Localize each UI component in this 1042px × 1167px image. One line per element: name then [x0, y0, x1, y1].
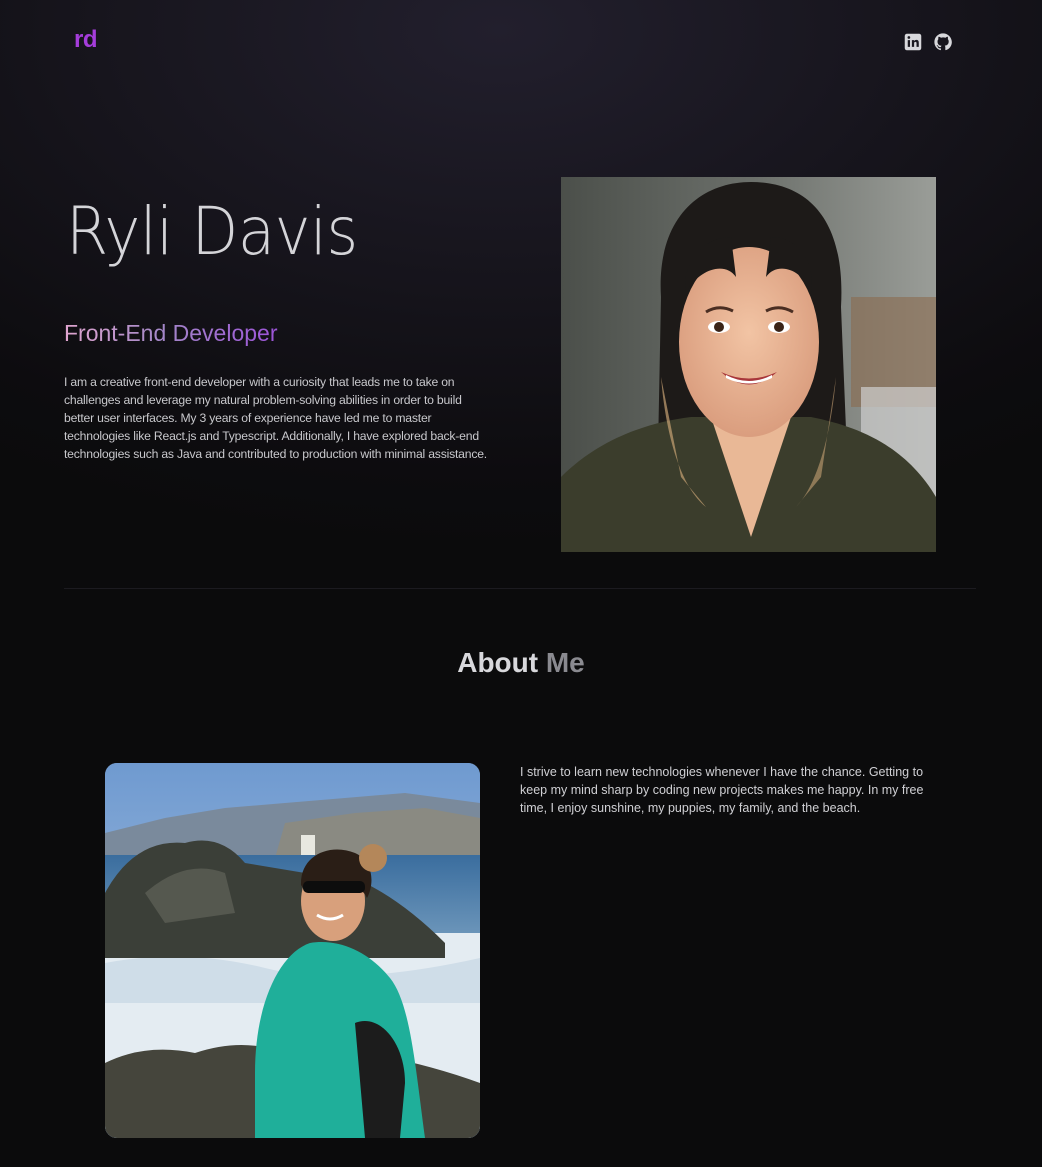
- about-photo: [105, 763, 480, 1138]
- hero-name: Ryli Davis: [66, 193, 358, 270]
- social-links: [904, 33, 952, 51]
- section-divider: [64, 588, 976, 589]
- about-title-main: About: [457, 647, 539, 678]
- linkedin-icon: [904, 33, 922, 51]
- hero-description: I am a creative front-end developer with…: [64, 375, 487, 461]
- about-title: About Me: [0, 647, 1042, 679]
- about-text: I strive to learn new technologies whene…: [520, 765, 924, 815]
- site-logo[interactable]: rd: [74, 26, 98, 54]
- about-title-muted: Me: [545, 647, 585, 678]
- beach-image: [105, 763, 480, 1138]
- portrait-image: [561, 177, 936, 552]
- portrait-photo: [561, 177, 936, 552]
- github-icon: [934, 33, 952, 51]
- github-link[interactable]: [934, 33, 952, 51]
- linkedin-link[interactable]: [904, 33, 922, 51]
- hero-role: Front-End Developer: [64, 320, 278, 346]
